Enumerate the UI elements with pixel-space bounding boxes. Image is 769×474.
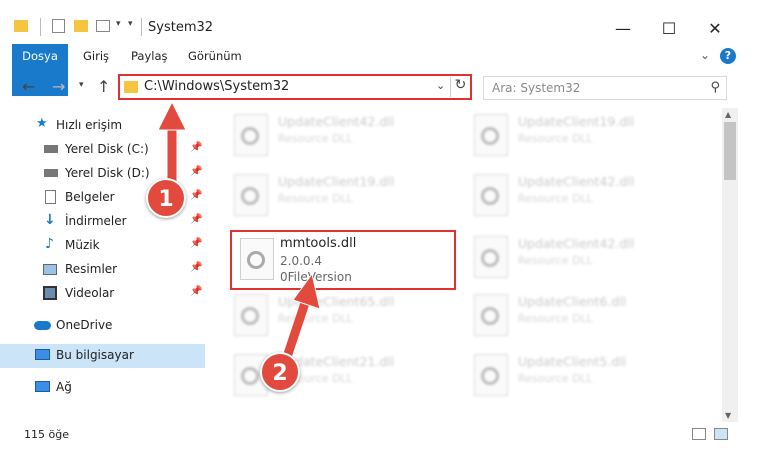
- status-bar: 115 öğe: [0, 424, 769, 446]
- large-icons-view-icon[interactable]: [714, 428, 728, 440]
- item-count: 115 öğe: [24, 428, 69, 441]
- callout-2: 2: [260, 352, 300, 392]
- bottom-strip: [0, 448, 769, 474]
- callout-arrows: [157, 100, 321, 365]
- arrow-1: [157, 100, 187, 191]
- arrow-2: [281, 272, 321, 365]
- callout-1: 1: [146, 178, 186, 218]
- details-view-icon[interactable]: [692, 428, 706, 440]
